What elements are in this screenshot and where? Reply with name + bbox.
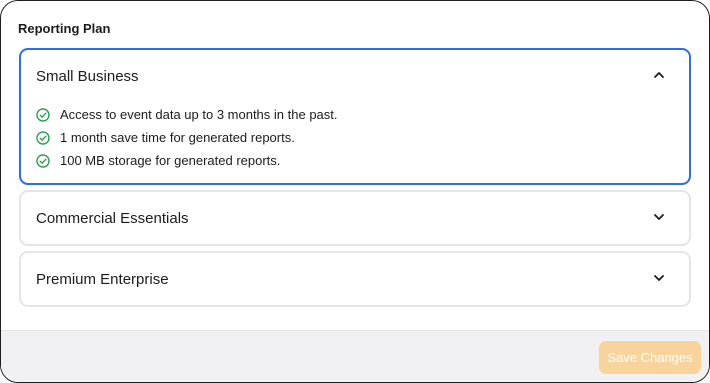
plan-header-commercial-essentials[interactable]: Commercial Essentials	[21, 192, 689, 246]
check-circle-icon	[36, 131, 50, 145]
feature-text: Access to event data up to 3 months in t…	[60, 107, 338, 122]
plan-header-premium-enterprise[interactable]: Premium Enterprise	[21, 253, 689, 307]
plan-header-small-business[interactable]: Small Business	[21, 50, 689, 104]
feature-text: 100 MB storage for generated reports.	[60, 153, 281, 168]
plan-panel-commercial-essentials: Commercial Essentials	[19, 190, 691, 246]
plan-panel-premium-enterprise: Premium Enterprise	[19, 251, 691, 307]
plan-title: Small Business	[36, 68, 139, 85]
plan-title: Commercial Essentials	[36, 210, 189, 227]
dialog-footer: Save Changes	[1, 330, 709, 382]
section-title: Reporting Plan	[18, 21, 111, 36]
save-changes-button[interactable]: Save Changes	[599, 341, 701, 374]
check-circle-icon	[36, 108, 50, 122]
feature-text: 1 month save time for generated reports.	[60, 130, 295, 145]
reporting-plan-dialog: Reporting Plan Small Business Access to …	[0, 0, 710, 383]
chevron-up-icon	[653, 71, 665, 79]
plan-panel-small-business: Small Business Access to event data up t…	[19, 48, 691, 185]
plan-title: Premium Enterprise	[36, 271, 169, 288]
chevron-down-icon	[653, 274, 665, 282]
chevron-down-icon	[653, 213, 665, 221]
check-circle-icon	[36, 154, 50, 168]
